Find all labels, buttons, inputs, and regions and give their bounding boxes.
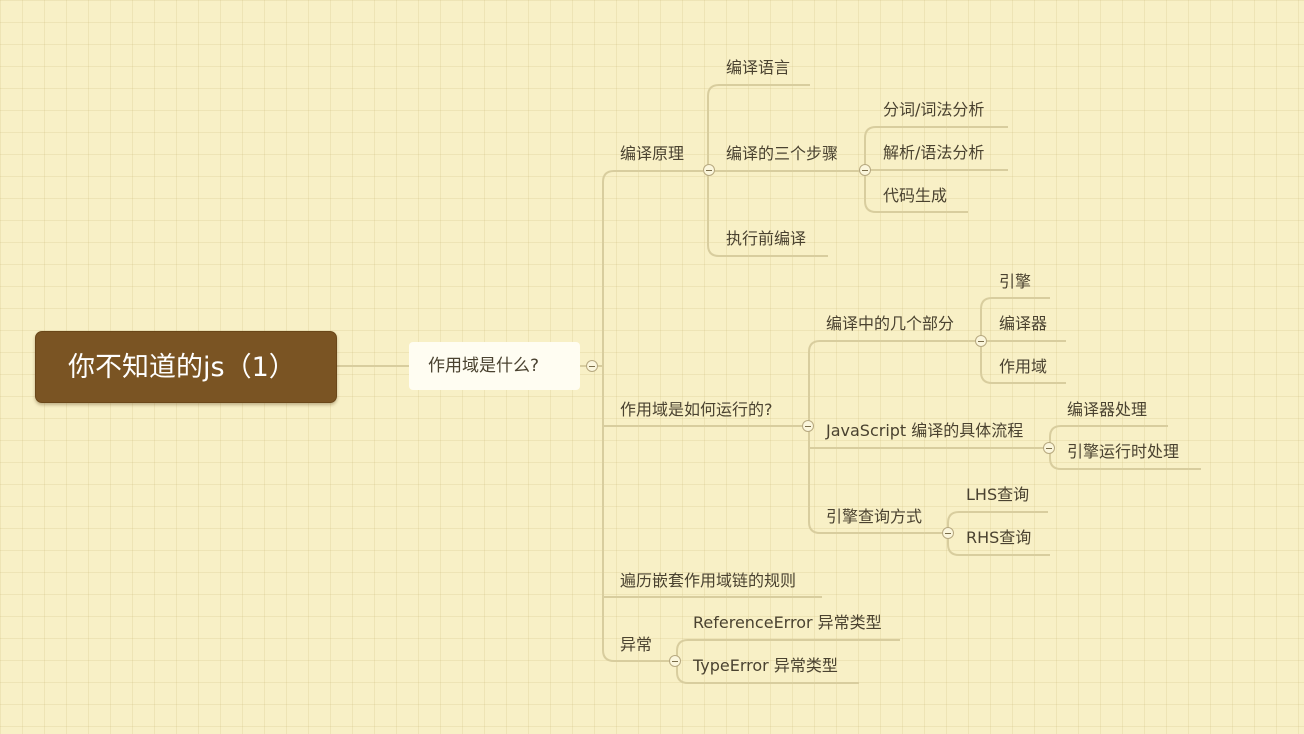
topic-lhs-query[interactable]: LHS查询 — [966, 485, 1029, 505]
topic-exceptions[interactable]: 异常 — [620, 635, 652, 655]
collapse-toggle-engine-lookup[interactable] — [942, 527, 954, 539]
collapse-toggle-three-steps[interactable] — [859, 164, 871, 176]
topic-reference-error[interactable]: ReferenceError 异常类型 — [693, 613, 882, 633]
topic-how-scope-runs[interactable]: 作用域是如何运行的? — [620, 400, 773, 420]
topic-tokenizing[interactable]: 分词/词法分析 — [883, 100, 984, 120]
topic-parsing[interactable]: 解析/语法分析 — [883, 143, 984, 163]
topic-code-generation[interactable]: 代码生成 — [883, 186, 947, 206]
topic-compiler-handling[interactable]: 编译器处理 — [1067, 400, 1147, 420]
topic-compiler[interactable]: 编译器 — [999, 314, 1047, 334]
topic-scope-what-label: 作用域是什么? — [428, 356, 540, 376]
topic-engine[interactable]: 引擎 — [999, 272, 1031, 292]
topic-scope-what[interactable]: 作用域是什么? — [409, 342, 580, 390]
topic-compile-parts[interactable]: 编译中的几个部分 — [826, 314, 954, 334]
topic-type-error[interactable]: TypeError 异常类型 — [693, 656, 838, 676]
topic-pre-execution[interactable]: 执行前编译 — [726, 229, 806, 249]
topic-compile-language[interactable]: 编译语言 — [726, 58, 790, 78]
root-topic-label: 你不知道的js（1） — [68, 352, 296, 383]
topic-engine-lookup[interactable]: 引擎查询方式 — [826, 507, 922, 527]
topic-scope[interactable]: 作用域 — [999, 357, 1047, 377]
topic-engine-runtime[interactable]: 引擎运行时处理 — [1067, 442, 1179, 462]
collapse-toggle-exceptions[interactable] — [669, 655, 681, 667]
topic-rhs-query[interactable]: RHS查询 — [966, 528, 1031, 548]
collapse-toggle-level1[interactable] — [586, 360, 598, 372]
collapse-toggle-js-flow[interactable] — [1043, 442, 1055, 454]
root-topic[interactable]: 你不知道的js（1） — [35, 331, 337, 403]
topic-nested-scope-rules[interactable]: 遍历嵌套作用域链的规则 — [620, 571, 796, 591]
topic-js-flow[interactable]: JavaScript 编译的具体流程 — [826, 421, 1023, 441]
collapse-toggle-compile-parts[interactable] — [975, 335, 987, 347]
collapse-toggle-how-scope-runs[interactable] — [802, 420, 814, 432]
topic-three-steps[interactable]: 编译的三个步骤 — [726, 144, 838, 164]
topic-compile-principle[interactable]: 编译原理 — [620, 144, 684, 164]
collapse-toggle-compile-principle[interactable] — [703, 164, 715, 176]
